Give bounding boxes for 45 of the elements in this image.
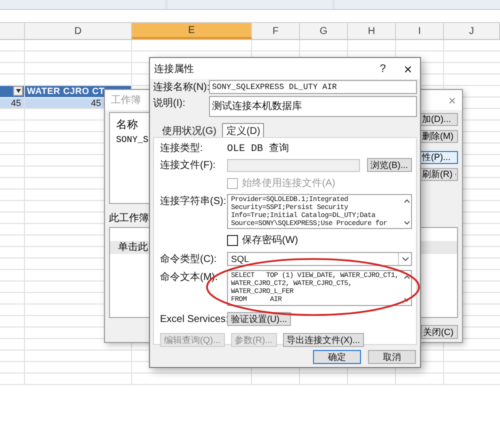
- field-label: 连接字符串(S):: [160, 194, 227, 208]
- action-button[interactable]: 导出连接文件(X)...: [282, 333, 364, 347]
- list-header: 名称: [116, 118, 138, 132]
- command-type-dropdown[interactable]: SQL: [227, 252, 412, 266]
- list-item[interactable]: SONY_S: [116, 135, 148, 145]
- dialog-button[interactable]: 刷新(R): [420, 168, 458, 181]
- filter-button[interactable]: [13, 86, 23, 96]
- checkbox-label: 始终使用连接文件(A): [242, 176, 336, 190]
- column-header[interactable]: F: [252, 23, 300, 39]
- dialog-button[interactable]: 删除(M): [420, 130, 458, 143]
- scroll-down-icon[interactable]: [404, 221, 410, 225]
- dialog-title: 连接属性: [154, 62, 195, 76]
- chevron-down-icon: [402, 257, 408, 261]
- caret-icon: [16, 89, 20, 94]
- authentication-settings-button[interactable]: 验证设置(U)...: [227, 312, 291, 326]
- column-header[interactable]: G: [300, 23, 348, 39]
- connection-type-value: OLE DB 查询: [227, 142, 290, 155]
- close-button[interactable]: ×: [404, 60, 412, 76]
- field-label: 连接文件(F):: [160, 158, 217, 172]
- column-header[interactable]: J: [444, 23, 500, 39]
- field-label: 连接名称(N):: [153, 80, 209, 94]
- tab[interactable]: 使用状况(G): [158, 123, 220, 137]
- field-label: 说明(I):: [153, 97, 186, 110]
- tab[interactable]: 定义(D): [222, 123, 264, 137]
- section-label: 此工作簿: [109, 212, 149, 225]
- close-button[interactable]: ×: [448, 92, 456, 108]
- column-header[interactable]: E: [132, 23, 252, 39]
- help-button[interactable]: ?: [380, 62, 386, 74]
- checkbox[interactable]: [227, 234, 238, 246]
- field-label: 连接类型:: [160, 142, 204, 155]
- close-button[interactable]: 关闭(C): [421, 325, 458, 339]
- scroll-up-icon[interactable]: [404, 199, 410, 203]
- scroll-up-icon[interactable]: [404, 275, 410, 279]
- description-field[interactable]: 测试连接本机数据库: [209, 96, 417, 117]
- field-label: Excel Services:: [160, 314, 227, 324]
- dialog-button[interactable]: 加(D)...: [420, 113, 458, 126]
- name-field[interactable]: SONY_SQLEXPRESS DL_UTY AIR: [209, 80, 417, 94]
- column-header[interactable]: I: [396, 23, 444, 39]
- dialog-button[interactable]: 性(P)...: [420, 151, 458, 164]
- dialog-button[interactable]: 取消: [368, 350, 416, 364]
- scroll-down-icon[interactable]: [404, 298, 410, 302]
- dialog-button[interactable]: 确定: [313, 350, 361, 364]
- field-label: 命令类型(C):: [160, 252, 218, 266]
- column-header[interactable]: H: [348, 23, 396, 39]
- table-cell: 45: [0, 98, 24, 108]
